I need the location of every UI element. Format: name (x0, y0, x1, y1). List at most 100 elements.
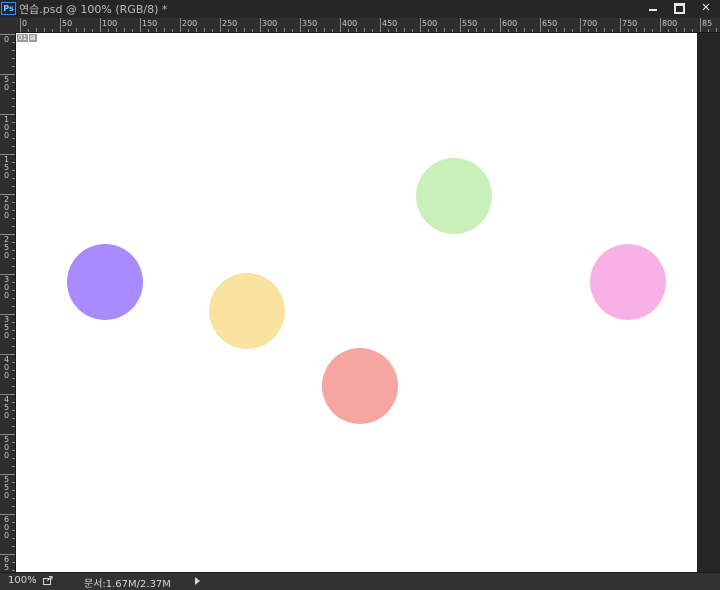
ruler-minor-tick (12, 266, 15, 267)
title-bar: Ps 연습.psd @ 100% (RGB/8) * ✕ (0, 0, 720, 18)
ruler-minor-tick (12, 386, 15, 387)
ruler-minor-tick (564, 28, 565, 32)
ruler-minor-tick (12, 426, 15, 427)
ruler-label: 250 (222, 19, 238, 28)
status-bar: 100% 문서:1.67M/2.37M (0, 572, 720, 590)
ruler-label: 250 (4, 235, 10, 260)
ruler-minor-tick (684, 28, 685, 32)
ruler-label: 300 (262, 19, 278, 28)
purple-circle[interactable] (67, 244, 143, 320)
ruler-label: 300 (4, 275, 10, 300)
ruler-label: 150 (142, 19, 158, 28)
ruler-minor-tick (188, 29, 189, 32)
ruler-minor-tick (532, 29, 533, 32)
ruler-label: 650 (542, 19, 558, 28)
ruler-minor-tick (476, 28, 477, 32)
ruler-minor-tick (12, 106, 15, 107)
ruler-label: 100 (4, 115, 10, 140)
ruler-label: 50 (62, 19, 73, 28)
close-button[interactable]: ✕ (692, 0, 720, 17)
ruler-minor-tick (556, 28, 557, 32)
ruler-minor-tick (316, 28, 317, 32)
ruler-minor-tick (484, 28, 485, 32)
green-circle[interactable] (416, 158, 492, 234)
ruler-minor-tick (12, 178, 15, 179)
ruler-tick (380, 18, 381, 32)
ruler-minor-tick (12, 450, 15, 451)
ruler-corner[interactable] (0, 18, 15, 32)
ruler-minor-tick (12, 298, 15, 299)
ruler-minor-tick (12, 402, 15, 403)
ruler-tick (540, 18, 541, 32)
ruler-tick (260, 18, 261, 32)
ruler-minor-tick (292, 29, 293, 32)
maximize-button[interactable] (666, 0, 692, 17)
ruler-label: 85 (702, 19, 713, 28)
ruler-minor-tick (124, 28, 125, 32)
ruler-minor-tick (68, 29, 69, 32)
ruler-minor-tick (524, 28, 525, 32)
ruler-minor-tick (84, 28, 85, 32)
ruler-minor-tick (92, 29, 93, 32)
share-icon[interactable] (43, 576, 53, 585)
ruler-minor-tick (228, 29, 229, 32)
ruler-minor-tick (12, 570, 15, 571)
ruler-minor-tick (548, 29, 549, 32)
ruler-minor-tick (12, 498, 15, 499)
ruler-minor-tick (12, 146, 15, 147)
ruler-minor-tick (12, 370, 15, 371)
zoom-level[interactable]: 100% (8, 575, 37, 586)
ruler-label: 800 (662, 19, 678, 28)
ruler-minor-tick (332, 29, 333, 32)
ruler-minor-tick (492, 29, 493, 32)
ruler-minor-tick (36, 28, 37, 32)
ruler-minor-tick (12, 162, 15, 163)
ruler-minor-tick (12, 346, 15, 347)
ruler-minor-tick (12, 210, 15, 211)
yellow-circle[interactable] (209, 273, 285, 349)
vertical-ruler[interactable]: 0 50 100 150 200 250 300 350 400 450 500 550 600 65 (0, 32, 16, 587)
minimize-icon (649, 9, 657, 11)
pink-circle[interactable] (590, 244, 666, 320)
ruler-minor-tick (12, 306, 15, 307)
ruler-minor-tick (12, 546, 15, 547)
ruler-minor-tick (12, 170, 15, 171)
ruler-label: 350 (302, 19, 318, 28)
minimize-button[interactable] (640, 0, 666, 17)
ruler-minor-tick (572, 29, 573, 32)
ruler-minor-tick (588, 29, 589, 32)
ruler-minor-tick (12, 330, 15, 331)
ruler-minor-tick (612, 29, 613, 32)
ruler-minor-tick (652, 29, 653, 32)
document-canvas[interactable]: 01 ⊠ (16, 33, 697, 572)
document-size-info: 문서:1.67M/2.37M (84, 579, 171, 590)
ruler-minor-tick (12, 242, 15, 243)
ruler-minor-tick (148, 29, 149, 32)
ruler-minor-tick (468, 29, 469, 32)
ruler-label: 750 (622, 19, 638, 28)
ruler-minor-tick (676, 28, 677, 32)
red-circle[interactable] (322, 348, 398, 424)
play-arrow-icon[interactable] (195, 577, 200, 585)
horizontal-ruler[interactable]: 0 50 100 150 200 250 300 350 400 450 500 550 600 650 7… (15, 18, 720, 33)
ruler-minor-tick (52, 29, 53, 32)
ruler-label: 500 (4, 435, 10, 460)
ruler-minor-tick (12, 378, 15, 379)
ruler-minor-tick (692, 29, 693, 32)
ruler-minor-tick (308, 29, 309, 32)
ruler-minor-tick (596, 28, 597, 32)
ruler-minor-tick (12, 58, 15, 59)
ruler-minor-tick (276, 28, 277, 32)
ruler-minor-tick (708, 29, 709, 32)
ruler-label: 200 (4, 195, 10, 220)
ruler-minor-tick (324, 28, 325, 32)
ruler-minor-tick (12, 218, 15, 219)
ruler-tick (700, 18, 701, 32)
ruler-minor-tick (244, 28, 245, 32)
ruler-label: 100 (102, 19, 118, 28)
ruler-minor-tick (516, 28, 517, 32)
ruler-minor-tick (12, 50, 15, 51)
ruler-minor-tick (196, 28, 197, 32)
ruler-minor-tick (204, 28, 205, 32)
ruler-minor-tick (12, 130, 15, 131)
